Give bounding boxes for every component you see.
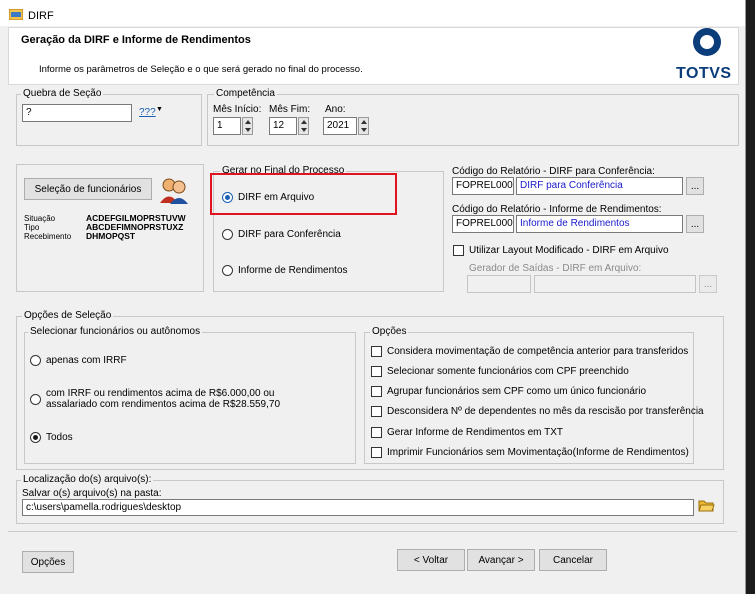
checkbox-movimentacao-anterior-label[interactable]: Considera movimentação de competência an… bbox=[387, 346, 688, 357]
checkbox-sem-movimentacao[interactable] bbox=[371, 447, 382, 458]
totvs-logo-text: TOTVS bbox=[676, 65, 732, 82]
wizard-header: Geração da DIRF e Informe de Rendimentos… bbox=[8, 27, 739, 85]
app-icon bbox=[9, 9, 23, 20]
ano-label: Ano: bbox=[325, 104, 346, 115]
opcoes-legend: Opções bbox=[370, 326, 409, 337]
ano-spinner[interactable] bbox=[358, 117, 369, 135]
cancelar-button[interactable]: Cancelar bbox=[539, 549, 607, 571]
dirf-window: DIRF Geração da DIRF e Informe de Rendim… bbox=[0, 0, 746, 594]
selecao-funcionarios-button[interactable]: Seleção de funcionários bbox=[24, 178, 152, 200]
conf-browse-button[interactable]: ... bbox=[686, 177, 704, 195]
salvar-pasta-label: Salvar o(s) arquivo(s) na pasta: bbox=[22, 488, 162, 499]
mes-inicio-spinner[interactable] bbox=[242, 117, 253, 135]
radio-apenas-irrf-label[interactable]: apenas com IRRF bbox=[46, 355, 127, 366]
selecionar-funcionarios-legend: Selecionar funcionários ou autônomos bbox=[28, 326, 203, 337]
avancar-button[interactable]: Avançar > bbox=[467, 549, 535, 571]
conf-code-label: Código do Relatório - DIRF para Conferên… bbox=[452, 166, 655, 177]
radio-apenas-irrf[interactable] bbox=[30, 355, 41, 366]
checkbox-desconsidera-dependentes[interactable] bbox=[371, 406, 382, 417]
totvs-logo-icon bbox=[693, 28, 721, 56]
checkbox-agrupar-sem-cpf-label[interactable]: Agrupar funcionários sem CPF como um úni… bbox=[387, 386, 646, 397]
mes-fim-label: Mês Fim: bbox=[269, 104, 311, 115]
mes-inicio-input[interactable]: 1 bbox=[213, 117, 241, 135]
highlight-box bbox=[210, 173, 397, 215]
recebimento-value: DHMOPQST bbox=[86, 231, 136, 241]
radio-dirf-conferencia-label[interactable]: DIRF para Conferência bbox=[238, 229, 341, 240]
mes-fim-input[interactable]: 12 bbox=[269, 117, 297, 135]
radio-todos-label[interactable]: Todos bbox=[46, 432, 73, 443]
lookup-icon[interactable]: ??? bbox=[139, 107, 156, 118]
gerador-browse-button: ... bbox=[699, 275, 717, 293]
checkbox-somente-cpf-label[interactable]: Selecionar somente funcionários com CPF … bbox=[387, 366, 629, 377]
checkbox-movimentacao-anterior[interactable] bbox=[371, 346, 382, 357]
window-title: DIRF bbox=[28, 10, 54, 22]
checkbox-somente-cpf[interactable] bbox=[371, 366, 382, 377]
header-subtitle: Informe os parâmetros de Seleção e o que… bbox=[39, 64, 363, 75]
pasta-input[interactable]: c:\users\pamella.rodrigues\desktop bbox=[22, 499, 694, 516]
people-icon bbox=[160, 178, 188, 204]
conf-code-input[interactable]: FOPREL0007 bbox=[452, 177, 514, 195]
checkbox-informe-txt-label[interactable]: Gerar Informe de Rendimentos em TXT bbox=[387, 427, 563, 438]
inf-desc-input: Informe de Rendimentos bbox=[516, 215, 683, 233]
inf-browse-button[interactable]: ... bbox=[686, 215, 704, 233]
opcoes-button[interactable]: Opções bbox=[22, 551, 74, 573]
localizacao-legend: Localização do(s) arquivo(s): bbox=[21, 474, 154, 485]
gerador-saidas-label: Gerador de Saídas - DIRF em Arquivo: bbox=[469, 263, 642, 274]
chevron-down-icon[interactable]: ▼ bbox=[156, 106, 163, 113]
conf-desc-input: DIRF para Conferência bbox=[516, 177, 683, 195]
mes-inicio-label: Mês Início: bbox=[213, 104, 262, 115]
radio-irrf-rendimentos[interactable] bbox=[30, 394, 41, 405]
gerador-desc-input bbox=[534, 275, 696, 293]
inf-code-label: Código do Relatório - Informe de Rendime… bbox=[452, 204, 662, 215]
voltar-button[interactable]: < Voltar bbox=[397, 549, 465, 571]
tipo-label: Tipo bbox=[24, 223, 40, 232]
checkbox-agrupar-sem-cpf[interactable] bbox=[371, 386, 382, 397]
layout-modificado-label[interactable]: Utilizar Layout Modificado - DIRF em Arq… bbox=[469, 245, 669, 256]
radio-informe-rendimentos[interactable] bbox=[222, 265, 233, 276]
footer-separator bbox=[8, 531, 737, 532]
quebra-secao-legend: Quebra de Seção bbox=[21, 88, 104, 99]
checkbox-desconsidera-dependentes-label[interactable]: Desconsidera Nº de dependentes no mês da… bbox=[387, 406, 704, 417]
radio-dirf-conferencia[interactable] bbox=[222, 229, 233, 240]
competencia-legend: Competência bbox=[214, 88, 277, 99]
radio-todos[interactable] bbox=[30, 432, 41, 443]
checkbox-informe-txt[interactable] bbox=[371, 427, 382, 438]
situacao-label: Situação bbox=[24, 214, 56, 223]
folder-open-icon[interactable] bbox=[698, 499, 715, 513]
radio-informe-rendimentos-label[interactable]: Informe de Rendimentos bbox=[238, 265, 348, 276]
recebimento-label: Recebimento bbox=[24, 232, 72, 241]
radio-irrf-rendimentos-label-2[interactable]: assalariado com rendimentos acima de R$2… bbox=[46, 399, 280, 410]
radio-irrf-rendimentos-label-1[interactable]: com IRRF ou rendimentos acima de R$6.000… bbox=[46, 388, 274, 399]
mes-fim-spinner[interactable] bbox=[298, 117, 309, 135]
header-title: Geração da DIRF e Informe de Rendimentos bbox=[21, 34, 251, 46]
checkbox-sem-movimentacao-label[interactable]: Imprimir Funcionários sem Movimentação(I… bbox=[387, 447, 689, 458]
inf-code-input[interactable]: FOPREL0008 bbox=[452, 215, 514, 233]
gerador-code-input bbox=[467, 275, 531, 293]
ano-input[interactable]: 2021 bbox=[323, 117, 357, 135]
title-bar: DIRF bbox=[0, 0, 745, 26]
opcoes-selecao-legend: Opções de Seleção bbox=[22, 310, 114, 321]
layout-modificado-checkbox[interactable] bbox=[453, 245, 464, 256]
quebra-secao-input[interactable]: ? bbox=[22, 104, 132, 122]
